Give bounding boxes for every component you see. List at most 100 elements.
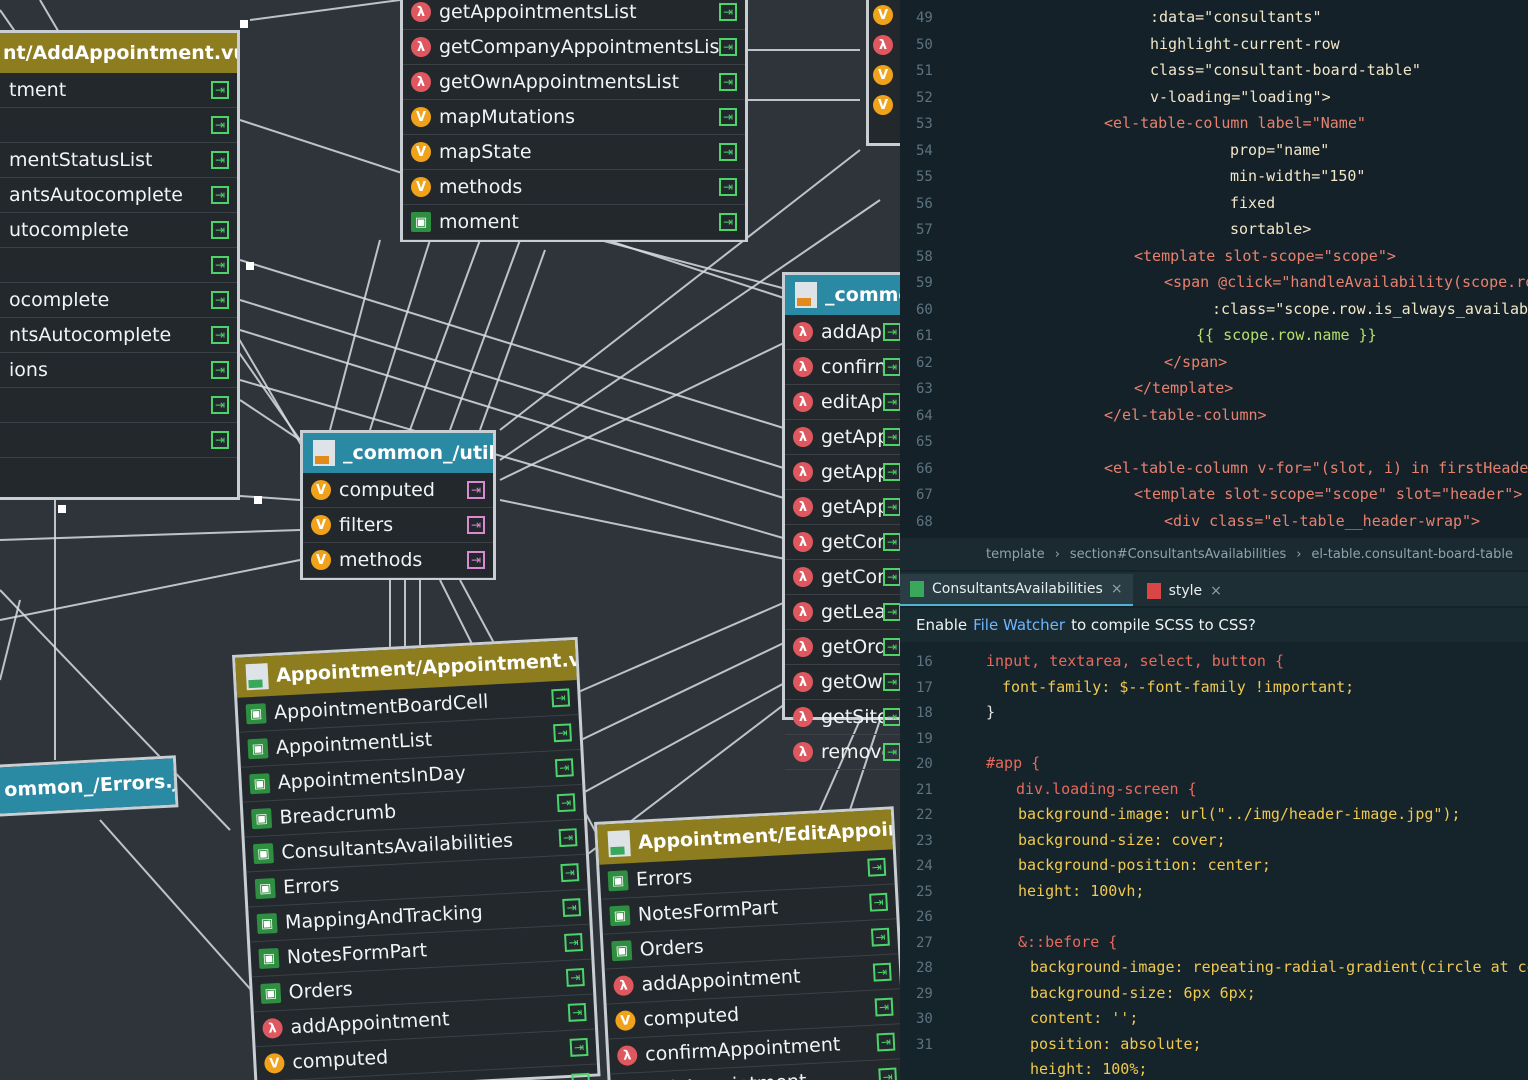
navigate-arrow-icon[interactable]: ⇥ [883,498,900,516]
close-icon[interactable]: × [1111,581,1123,597]
add-appointment-header[interactable]: nt/AddAppointment.vue [0,33,237,73]
errors-js-header[interactable]: ommon_/Errors.js [0,758,176,814]
navigate-arrow-icon[interactable]: ⇥ [558,828,578,848]
list-item[interactable]: Vmethods ⇥ [303,543,493,578]
code-line[interactable]: background-size: cover; [1018,831,1226,849]
navigate-arrow-icon[interactable]: ⇥ [883,358,900,376]
list-item[interactable]: ⇥ [0,423,237,458]
navigate-arrow-icon[interactable]: ⇥ [211,431,229,449]
template-editor[interactable]: 49:data="consultants" 50 highlight-current… [900,0,1528,550]
code-line[interactable]: :class="scope.row.is_always_available ? … [1212,300,1528,318]
add-appointment-node[interactable]: nt/AddAppointment.vue tment ⇥ ⇥ mentStatusL… [0,30,240,500]
list-item[interactable]: λ getCompanyAppointmentsList ⇥ [403,30,745,65]
navigate-arrow-icon[interactable]: ⇥ [883,323,900,341]
code-line[interactable]: </template> [1134,379,1233,397]
navigate-arrow-icon[interactable]: ⇥ [883,533,900,551]
navigate-arrow-icon[interactable]: ⇥ [211,186,229,204]
navigate-arrow-icon[interactable]: ⇥ [467,481,485,499]
breadcrumb-item[interactable]: template [986,547,1045,562]
code-line[interactable]: </el-table-column> [1104,406,1267,424]
list-item[interactable]: ⇥ [0,108,237,143]
code-line[interactable]: fixed [1230,194,1275,212]
navigate-arrow-icon[interactable]: ⇥ [211,361,229,379]
code-line[interactable]: sortable> [1230,220,1311,238]
list-item[interactable]: λ getAppointmentsList ⇥ [403,0,745,30]
list-item[interactable]: λ getConsul⇥ [785,560,900,595]
navigate-arrow-icon[interactable]: ⇥ [719,38,737,56]
navigate-arrow-icon[interactable]: ⇥ [553,723,572,743]
code-line[interactable]: <template slot-scope="scope" slot="heade… [1134,485,1522,503]
list-item[interactable]: ▣ moment ⇥ [403,205,745,240]
selection-handle[interactable] [58,505,66,513]
code-line[interactable]: input, textarea, select, button { [986,652,1284,670]
common-api-node[interactable]: _common λaddAppoi⇥λconfirmAp⇥λeditAppoi⇥… [782,272,900,770]
navigate-arrow-icon[interactable]: ⇥ [571,1072,591,1080]
list-item[interactable]: λ getOrderE⇥ [785,630,900,665]
list-item[interactable]: λ getOwnAppointmentsList ⇥ [403,65,745,100]
selection-handle[interactable] [254,496,262,504]
code-line[interactable]: position: absolute; [1030,1035,1202,1053]
code-line[interactable]: height: 100vh; [1018,882,1144,900]
navigate-arrow-icon[interactable]: ⇥ [564,933,583,952]
code-line[interactable]: background-position: center; [1018,856,1271,874]
list-item[interactable]: λ getAppoir⇥ [785,420,900,455]
breadcrumb-item[interactable]: el-table.consultant-board-table [1311,547,1513,562]
list-item[interactable]: Vmethods ⇥ [403,170,745,205]
imports-node[interactable]: λ getAppointmentsList ⇥ λ getCompanyAppointm… [400,0,748,242]
navigate-arrow-icon[interactable]: ⇥ [869,892,889,912]
navigate-arrow-icon[interactable]: ⇥ [567,1002,587,1022]
appointment-vue-node[interactable]: Appointment/Appointment.vue ▣ Appointment… [232,636,601,1080]
code-line[interactable]: height: 100%; [1030,1060,1147,1078]
list-item[interactable]: VmapMutations ⇥ [403,100,745,135]
list-item[interactable]: mentStatusList ⇥ [0,143,237,178]
navigate-arrow-icon[interactable]: ⇥ [569,1037,589,1057]
navigate-arrow-icon[interactable]: ⇥ [556,793,576,813]
navigate-arrow-icon[interactable]: ⇥ [211,116,229,134]
style-editor[interactable]: 16 input, textarea, select, button {17 fon… [900,644,1528,1080]
list-item[interactable]: ions ⇥ [0,353,237,388]
navigate-arrow-icon[interactable]: ⇥ [883,428,900,446]
navigate-arrow-icon[interactable]: ⇥ [719,3,737,21]
list-item[interactable]: ⇥ [0,248,237,283]
navigate-arrow-icon[interactable]: ⇥ [874,997,894,1017]
navigate-arrow-icon[interactable]: ⇥ [719,213,737,231]
file-watcher-link[interactable]: File Watcher [973,616,1065,634]
code-line[interactable]: &::before { [1018,933,1117,951]
list-item[interactable]: λ getCompa⇥ [785,525,900,560]
list-item[interactable]: λ getLeads⇥ [785,595,900,630]
navigate-arrow-icon[interactable]: ⇥ [719,73,737,91]
navigate-arrow-icon[interactable]: ⇥ [883,393,900,411]
navigate-arrow-icon[interactable]: ⇥ [883,603,900,621]
list-item[interactable]: λ getOwnAp⇥ [785,665,900,700]
code-editor[interactable]: 49:data="consultants" 50 highlight-current… [900,0,1528,1080]
navigate-arrow-icon[interactable]: ⇥ [867,857,887,877]
list-item[interactable]: λ getAppoir⇥ [785,490,900,525]
code-line[interactable]: {{ scope.row.name }} [1196,326,1377,344]
list-item[interactable]: tment ⇥ [0,73,237,108]
navigate-arrow-icon[interactable]: ⇥ [211,396,229,414]
errors-js-node[interactable]: ommon_/Errors.js [0,755,179,817]
selection-handle[interactable] [246,262,254,270]
common-api-header[interactable]: _common [785,275,900,315]
navigate-arrow-icon[interactable]: ⇥ [870,927,890,947]
navigate-arrow-icon[interactable]: ⇥ [554,758,574,778]
list-item[interactable]: ⇥ [0,388,237,423]
navigate-arrow-icon[interactable]: ⇥ [211,221,229,239]
code-line[interactable]: min-width="150" [1230,167,1365,185]
navigate-arrow-icon[interactable]: ⇥ [719,178,737,196]
tab-consultants-availabilities[interactable]: ConsultantsAvailabilities × [900,574,1133,606]
selection-handle[interactable] [240,20,248,28]
code-line[interactable]: <span @click="handleAvailability(scope.r… [1164,273,1528,291]
list-item[interactable]: Vcomputed ⇥ [303,473,493,508]
code-line[interactable]: </span> [1164,353,1227,371]
code-line[interactable]: background-image: url("../img/header-ima… [1018,805,1461,823]
close-icon[interactable]: × [1210,583,1222,599]
list-item[interactable]: λ getSiteEve⇥ [785,700,900,735]
dependency-diagram[interactable]: nt/AddAppointment.vue tment ⇥ ⇥ mentStatusL… [0,0,900,1080]
code-line[interactable]: <el-table-column v-for="(slot, i) in fir… [1104,459,1528,477]
code-line[interactable]: highlight-current-row [1150,35,1340,53]
code-line[interactable]: #app { [986,754,1040,772]
edit-appointment-node[interactable]: Appointment/EditAppointment.vue ▣ Errors ⇥… [594,806,900,1080]
navigate-arrow-icon[interactable]: ⇥ [562,898,582,918]
navigate-arrow-icon[interactable]: ⇥ [211,151,229,169]
